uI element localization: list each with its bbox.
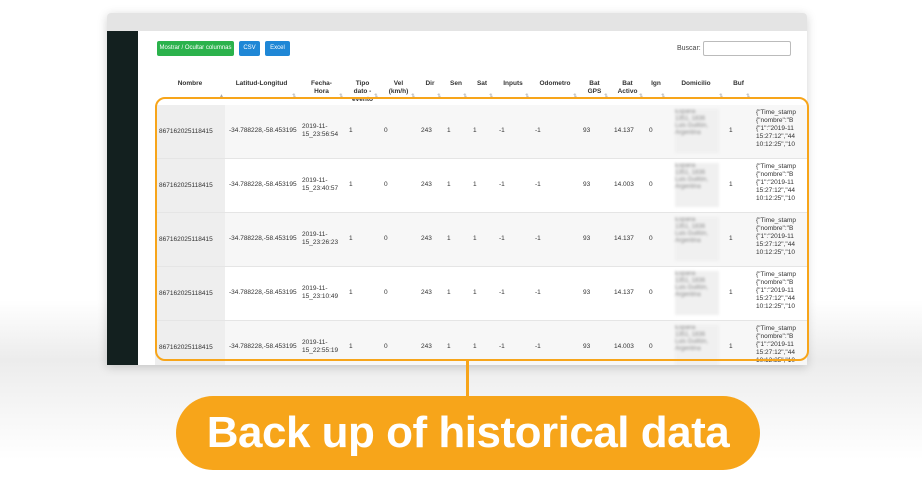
sidebar [107, 31, 138, 365]
search-input[interactable] [703, 41, 791, 56]
header-ign[interactable]: Ign [645, 80, 667, 88]
window-top-bar [107, 13, 807, 31]
table-toolbar: Mostrar / Ocultar columnas CSV Excel [157, 41, 290, 56]
header-nombre[interactable]: Nombre [155, 80, 225, 88]
header-inputs[interactable]: Inputs [495, 80, 531, 88]
header-dir[interactable]: Dir [417, 80, 443, 88]
header-sen[interactable]: Sen [443, 80, 469, 88]
export-excel-button[interactable]: Excel [265, 41, 290, 56]
header-fecha-hora[interactable]: Fecha- Hora [298, 80, 345, 96]
callout-label: Back up of historical data [206, 408, 730, 457]
search-label: Buscar: [677, 45, 701, 52]
export-csv-button[interactable]: CSV [239, 41, 260, 56]
highlight-frame [155, 97, 809, 361]
header-domicilio[interactable]: Domicilio [667, 80, 725, 88]
header-sat[interactable]: Sat [469, 80, 495, 88]
show-hide-columns-button[interactable]: Mostrar / Ocultar columnas [157, 41, 234, 56]
header-latitud-longitud[interactable]: Latitud-Longitud [225, 80, 298, 88]
callout-connector [466, 361, 469, 397]
header-odometro[interactable]: Odometro [531, 80, 579, 88]
callout-pill: Back up of historical data [176, 396, 760, 470]
header-buf[interactable]: Buf [725, 80, 752, 88]
